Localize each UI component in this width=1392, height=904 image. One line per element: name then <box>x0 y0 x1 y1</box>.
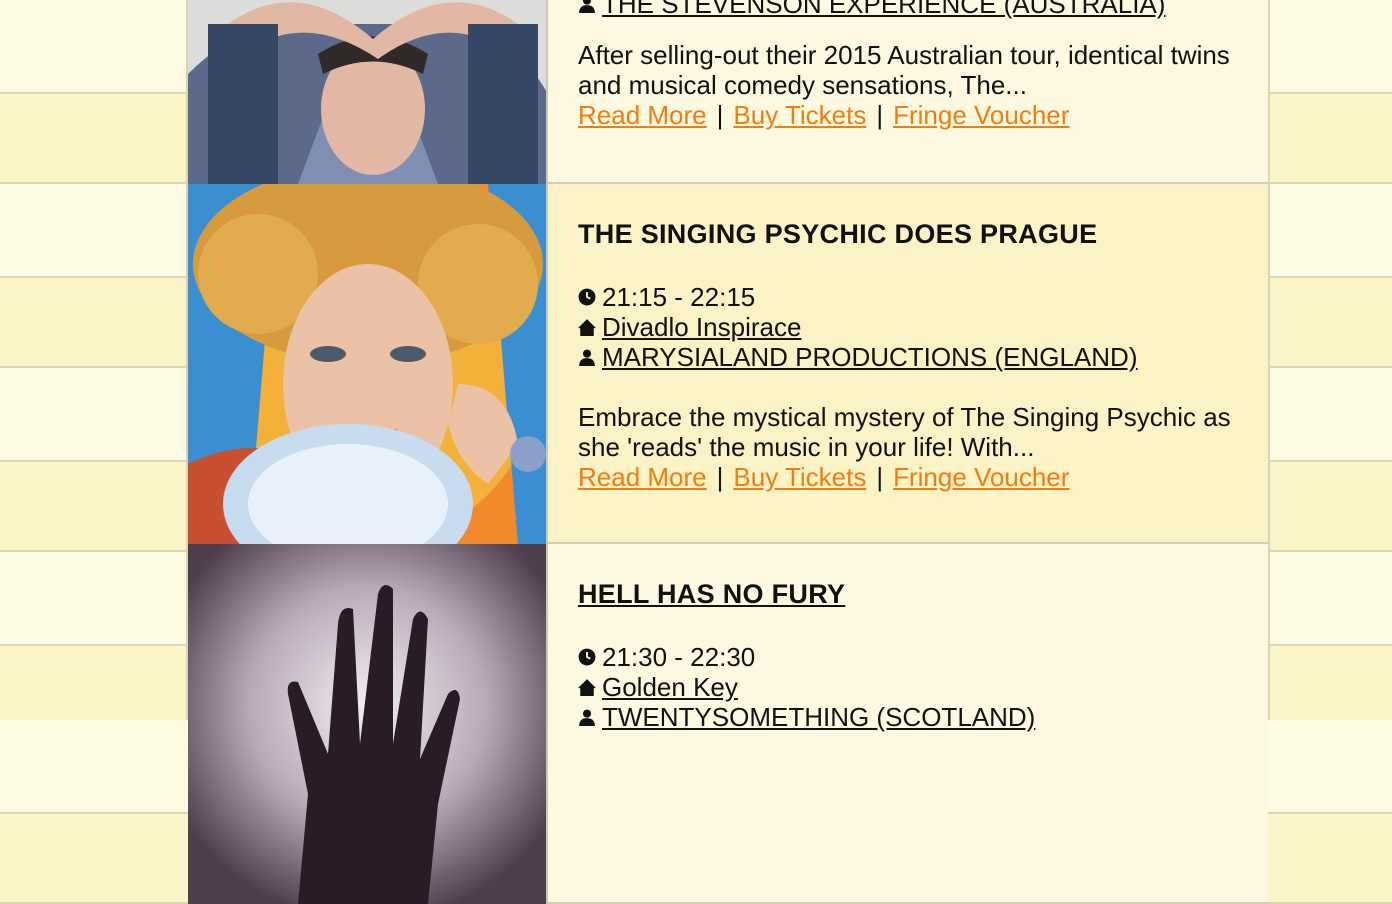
show-image-singing-psychic[interactable] <box>188 184 548 544</box>
show-item: THE STEVENSON EXPERIENCE (AUSTRALIA) Aft… <box>188 0 1268 184</box>
buy-tickets-link[interactable]: Buy Tickets <box>733 462 866 492</box>
read-more-link[interactable]: Read More <box>578 462 707 492</box>
company-line: THE STEVENSON EXPERIENCE (AUSTRALIA) <box>578 0 1165 19</box>
time-line: 21:30 - 22:30 <box>578 642 1035 672</box>
person-icon <box>579 709 595 726</box>
show-image-hell-has-no-fury[interactable] <box>188 544 548 904</box>
show-image-stevenson[interactable] <box>188 0 548 184</box>
separator: | <box>876 100 884 130</box>
separator: | <box>716 462 724 492</box>
venue-link[interactable]: Golden Key <box>602 672 738 702</box>
separator: | <box>716 100 724 130</box>
venue-line: Divadlo Inspirace <box>578 312 1138 342</box>
show-item: HELL HAS NO FURY 21:30 - 22:30 Golden Ke… <box>188 544 1268 904</box>
show-time: 21:30 - 22:30 <box>602 642 756 672</box>
company-link[interactable]: THE STEVENSON EXPERIENCE (AUSTRALIA) <box>602 0 1165 19</box>
show-description: Embrace the mystical mystery of The Sing… <box>578 402 1231 462</box>
company-line: TWENTYSOMETHING (SCOTLAND) <box>578 702 1035 732</box>
venue-icon <box>578 319 596 336</box>
company-link[interactable]: TWENTYSOMETHING (SCOTLAND) <box>602 702 1035 732</box>
clock-icon <box>578 288 596 306</box>
person-icon <box>579 349 595 366</box>
person-icon <box>579 0 595 13</box>
grid-line-right <box>1268 0 1270 720</box>
show-time: 21:15 - 22:15 <box>602 282 756 312</box>
show-title-link[interactable]: HELL HAS NO FURY <box>578 578 845 610</box>
clock-icon <box>578 648 596 666</box>
fringe-voucher-link[interactable]: Fringe Voucher <box>893 100 1069 130</box>
venue-icon <box>578 679 596 696</box>
show-item: THE SINGING PSYCHIC DOES PRAGUE 21:15 - … <box>188 184 1268 544</box>
separator: | <box>876 462 884 492</box>
show-title: THE SINGING PSYCHIC DOES PRAGUE <box>578 219 1098 249</box>
buy-tickets-link[interactable]: Buy Tickets <box>733 100 866 130</box>
show-description: After selling-out their 2015 Australian … <box>578 40 1230 100</box>
venue-link[interactable]: Divadlo Inspirace <box>602 312 801 342</box>
company-link[interactable]: MARYSIALAND PRODUCTIONS (ENGLAND) <box>602 342 1138 372</box>
fringe-voucher-link[interactable]: Fringe Voucher <box>893 462 1069 492</box>
company-line: MARYSIALAND PRODUCTIONS (ENGLAND) <box>578 342 1138 372</box>
read-more-link[interactable]: Read More <box>578 100 707 130</box>
venue-line: Golden Key <box>578 672 1035 702</box>
time-line: 21:15 - 22:15 <box>578 282 1138 312</box>
